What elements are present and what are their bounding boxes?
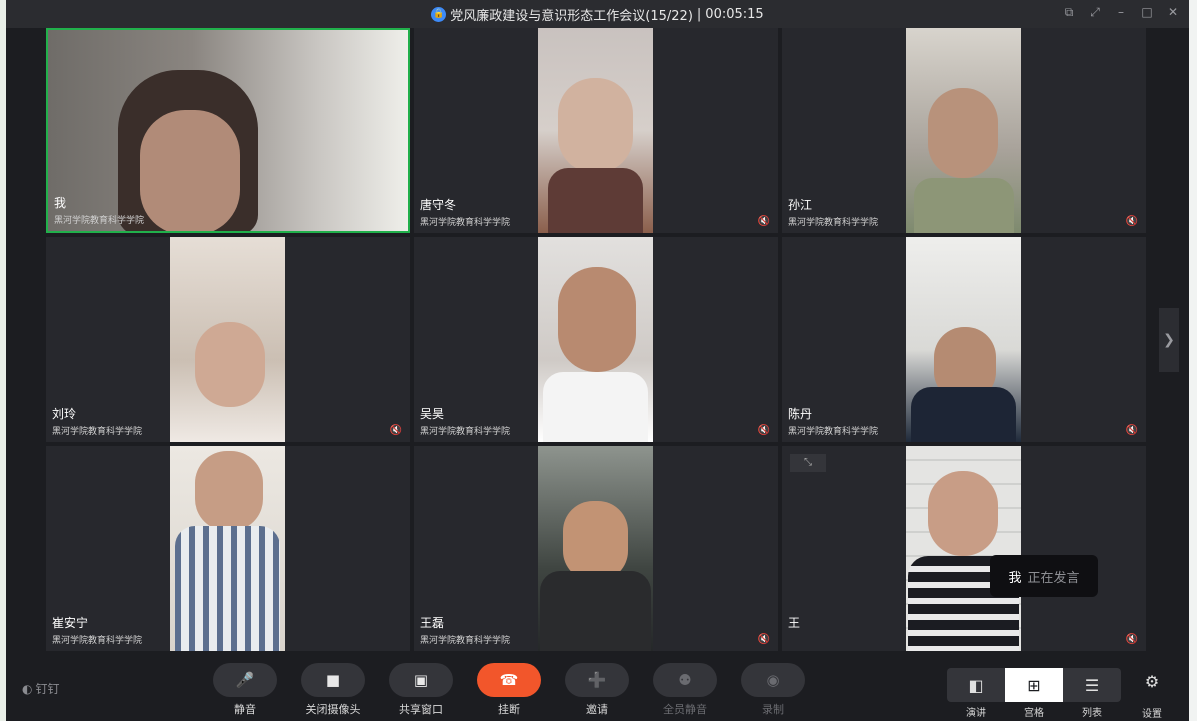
camera-off-button[interactable]: ■ 关闭摄像头 [301,663,365,719]
add-user-icon: ➕ [587,671,607,689]
pin-button[interactable]: ◐ 钉钉 [22,680,60,697]
participant-tile[interactable]: 刘玲 黑河学院教育科学学院 🔇 [46,237,410,442]
hangup-button[interactable]: ☎ 挂断 [477,663,541,719]
share-window-label: 共享窗口 [399,703,443,716]
title-separator: | [696,6,702,22]
video-feed [906,28,1021,233]
meeting-window: 🔒 党风廉政建设与意识形态工作会议(15/22) | 00:05:15 ⧉ ⤢ … [0,0,1197,721]
participant-name: 陈丹 [788,407,813,421]
settings-label: 设置 [1142,709,1162,720]
video-feed [538,446,653,651]
participant-org: 黑河学院教育科学学院 [420,636,511,646]
view-list-button[interactable]: ☰ [1063,668,1121,702]
participant-org: 黑河学院教育科学学院 [52,636,143,646]
video-feed [170,237,285,442]
settings-button[interactable]: ⚙ 设置 [1140,672,1164,720]
participant-tile[interactable]: 孙江 黑河学院教育科学学院 🔇 [782,28,1146,233]
view-list-label: 列表 [1082,708,1102,719]
participant-name: 吴昊 [420,407,445,421]
mic-muted-icon: 🔇 [389,425,402,436]
video-feed [48,30,408,231]
participant-tile[interactable]: 吴昊 黑河学院教育科学学院 🔇 [414,237,778,442]
participant-name: 王 [788,616,801,630]
participant-name: 刘玲 [52,407,77,421]
mic-muted-icon: 🔇 [1125,425,1138,436]
background-app-edge [0,0,6,721]
mute-all-label: 全员静音 [663,703,707,716]
view-grid-button[interactable]: ⊞ [1005,668,1063,702]
list-layout-icon: ☰ [1084,675,1100,695]
mute-label: 静音 [234,703,256,716]
share-screen-icon: ▣ [413,671,429,689]
video-feed [906,446,1021,651]
participant-org: 黑河学院教育科学学院 [54,216,145,226]
camera-icon: ■ [325,671,341,689]
participant-name: 我 [54,196,67,210]
close-icon[interactable]: ✕ [1167,5,1179,19]
participant-name: 孙江 [788,198,813,212]
grid-layout-icon: ⊞ [1027,675,1041,695]
gear-icon: ⚙ [1144,672,1160,691]
maximize-icon[interactable]: □ [1141,5,1153,19]
lock-icon: 🔒 [431,6,447,22]
mic-muted-icon: 🔇 [1125,216,1138,227]
participant-name: 王磊 [420,616,445,630]
meeting-title: 党风廉政建设与意识形态工作会议(15/22) [450,8,693,24]
participant-tile[interactable]: 唐守冬 黑河学院教育科学学院 🔇 [414,28,778,233]
mute-all-icon: ⚉ [678,671,692,689]
mute-button[interactable]: 🎤 静音 [213,663,277,719]
video-feed [170,446,285,651]
participant-tile[interactable]: 崔安宁 黑河学院教育科学学院 [46,446,410,651]
participant-tile[interactable]: 我 黑河学院教育科学学院 [46,28,410,233]
participant-tile[interactable]: ⤡ 王 🔇 [782,446,1146,651]
expand-icon[interactable]: ⤡ [790,454,826,472]
popout-icon[interactable]: ⧉ [1063,5,1075,19]
speaking-status: 正在发言 [1027,570,1080,586]
meeting-toolbar: ◐ 钉钉 🎤 静音 ■ 关闭摄像头 ▣ 共享窗口 ☎ 挂断 ➕ 邀请 ⚉ 全员静… [6,652,1189,721]
invite-button[interactable]: ➕ 邀请 [565,663,629,719]
hangup-label: 挂断 [498,703,520,716]
participant-name: 崔安宁 [52,616,89,630]
video-feed [906,237,1021,442]
speaking-indicator: 我 正在发言 [990,555,1098,597]
participant-name: 唐守冬 [420,198,457,212]
participant-org: 黑河学院教育科学学院 [52,427,143,437]
participant-org: 黑河学院教育科学学院 [420,427,511,437]
mic-muted-icon: 🔇 [757,634,770,645]
share-window-button[interactable]: ▣ 共享窗口 [389,663,453,719]
title-bar: 🔒 党风廉政建设与意识形态工作会议(15/22) | 00:05:15 ⧉ ⤢ … [6,0,1189,28]
participant-org: 黑河学院教育科学学院 [788,427,879,437]
invite-label: 邀请 [586,703,608,716]
minimize-icon[interactable]: – [1115,5,1127,19]
video-feed [538,237,653,442]
participant-tile[interactable]: 王磊 黑河学院教育科学学院 🔇 [414,446,778,651]
participant-org: 黑河学院教育科学学院 [420,218,511,228]
speaker-name: 我 [1008,570,1022,586]
speaker-layout-icon: ◧ [968,675,984,695]
record-label: 录制 [762,703,784,716]
video-feed [538,28,653,233]
microphone-icon: 🎤 [235,671,255,689]
pin-label: 钉钉 [35,682,60,696]
mute-all-button[interactable]: ⚉ 全员静音 [653,663,717,719]
next-page-icon[interactable]: ❯ [1159,308,1179,372]
camera-off-label: 关闭摄像头 [305,703,361,716]
hangup-icon: ☎ [499,671,519,689]
participant-tile[interactable]: 陈丹 黑河学院教育科学学院 🔇 [782,237,1146,442]
background-app-edge-right [1189,0,1197,721]
view-speaker-label: 演讲 [966,708,986,719]
fullscreen-icon[interactable]: ⤢ [1089,5,1101,19]
meeting-timer: 00:05:15 [705,6,764,22]
video-grid: 我 黑河学院教育科学学院 唐守冬 黑河学院教育科学学院 🔇 孙江 黑河学院教育科… [46,28,1146,652]
view-speaker-button[interactable]: ◧ [947,668,1005,702]
participant-org: 黑河学院教育科学学院 [788,218,879,228]
view-grid-label: 宫格 [1024,708,1044,719]
mic-muted-icon: 🔇 [757,216,770,227]
view-switcher: ◧ ⊞ ☰ [947,668,1121,702]
pin-icon: ◐ [22,681,33,696]
mic-muted-icon: 🔇 [757,425,770,436]
record-icon: ◉ [766,671,780,689]
record-button[interactable]: ◉ 录制 [741,663,805,719]
mic-muted-icon: 🔇 [1125,634,1138,645]
